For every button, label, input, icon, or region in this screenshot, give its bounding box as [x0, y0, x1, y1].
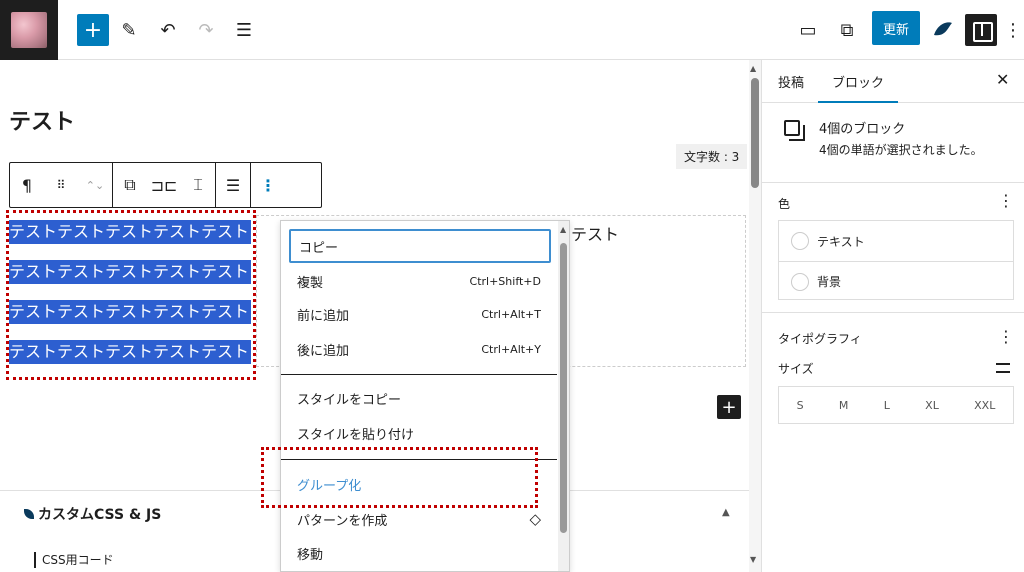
- paragraph-icon[interactable]: ¶: [10, 163, 44, 207]
- css-code-label: CSS用コード: [34, 552, 114, 568]
- swatch-icon: [791, 272, 809, 291]
- menu-item-insert-after[interactable]: 後に追加 Ctrl+Alt+Y: [289, 332, 551, 366]
- typography-panel: タイポグラフィ ⋮ サイズ S M L XL XXL: [762, 313, 1024, 443]
- post-title[interactable]: テスト: [9, 104, 75, 136]
- menu-item-copy-styles[interactable]: スタイルをコピー: [289, 381, 551, 415]
- undo-icon[interactable]: ↶: [152, 14, 184, 46]
- menu-divider: [281, 374, 557, 375]
- selection-title: 4個のブロック: [819, 122, 906, 137]
- group-annotation-box: [261, 447, 538, 508]
- editor-scrollbar[interactable]: ▲ ▼: [749, 60, 761, 572]
- block-card: 4個のブロック 4個の単語が選択されました。: [762, 103, 1024, 183]
- selection-description: 4個の単語が選択されました。: [819, 143, 983, 157]
- menu-scroll-up-icon[interactable]: ▲: [560, 225, 566, 234]
- move-up-down-icon[interactable]: ⌃⌄: [78, 163, 112, 207]
- plugin-leaf-icon[interactable]: [927, 14, 959, 46]
- row-icon[interactable]: ⊐⊏: [147, 163, 181, 207]
- top-toolbar: + ✎ ↶ ↷ ☰ ▭ ⧉ 更新 ⋮: [0, 0, 1024, 60]
- tab-block[interactable]: ブロック: [818, 72, 899, 103]
- collapse-caret-icon[interactable]: ▲: [722, 507, 730, 518]
- sidebar-tabs: 投稿 ブロック ✕: [762, 60, 1024, 103]
- align-icon[interactable]: ☰: [216, 163, 250, 207]
- preview-icon[interactable]: ▭: [792, 14, 824, 46]
- swatch-icon: [791, 232, 809, 250]
- typography-heading: タイポグラフィ: [778, 332, 862, 346]
- menu-scrollbar[interactable]: ▲: [558, 221, 569, 571]
- scroll-down-icon[interactable]: ▼: [750, 555, 756, 564]
- block-options-menu: コピー 複製 Ctrl+Shift+D 前に追加 Ctrl+Alt+T 後に追加 Ct…: [280, 220, 570, 572]
- color-options-box: テキスト 背景: [778, 220, 1014, 300]
- settings-sidebar-toggle[interactable]: [965, 14, 997, 46]
- leaf-icon: [24, 509, 34, 519]
- size-option-xl[interactable]: XL: [925, 399, 939, 412]
- color-options-icon[interactable]: ⋮: [998, 191, 1014, 210]
- word-count-badge: 文字数 : 3: [676, 144, 748, 169]
- add-block-button[interactable]: +: [77, 14, 109, 46]
- menu-item-duplicate[interactable]: 複製 Ctrl+Shift+D: [289, 264, 551, 298]
- menu-item-copy[interactable]: コピー: [289, 229, 551, 263]
- list-view-icon[interactable]: ☰: [228, 14, 260, 46]
- menu-item-move[interactable]: 移動: [289, 536, 551, 570]
- menu-scrollbar-thumb[interactable]: [560, 243, 567, 533]
- font-size-picker: S M L XL XXL: [778, 386, 1014, 424]
- redo-icon[interactable]: ↷: [190, 14, 222, 46]
- menu-item-insert-before[interactable]: 前に追加 Ctrl+Alt+T: [289, 297, 551, 331]
- color-heading: 色: [778, 197, 791, 211]
- size-option-xxl[interactable]: XXL: [974, 399, 995, 412]
- size-option-s[interactable]: S: [797, 399, 804, 412]
- tab-post[interactable]: 投稿: [778, 72, 804, 91]
- scrollbar-thumb[interactable]: [751, 78, 759, 188]
- site-icon-image: [11, 12, 47, 48]
- menu-item-paste-styles[interactable]: スタイルを貼り付け: [289, 416, 551, 450]
- size-option-l[interactable]: L: [884, 399, 890, 412]
- meta-panel-title[interactable]: カスタムCSS & JS: [24, 504, 161, 524]
- more-options-icon[interactable]: ⋮: [251, 163, 285, 207]
- drag-handle-icon[interactable]: ⠿: [44, 163, 78, 207]
- color-panel: 色 ⋮ テキスト 背景: [762, 183, 1024, 313]
- scroll-up-icon[interactable]: ▲: [750, 64, 756, 73]
- custom-size-icon[interactable]: [996, 363, 1010, 373]
- pencil-icon[interactable]: ✎: [113, 14, 145, 46]
- size-label: サイズ: [778, 362, 814, 376]
- options-menu-icon[interactable]: ⋮: [1003, 14, 1023, 46]
- update-button[interactable]: 更新: [872, 11, 920, 45]
- external-link-icon[interactable]: ⧉: [831, 14, 863, 46]
- close-icon[interactable]: ✕: [996, 70, 1009, 89]
- settings-sidebar: 投稿 ブロック ✕ 4個のブロック 4個の単語が選択されました。 色 ⋮ テキス…: [762, 60, 1024, 572]
- typography-options-icon[interactable]: ⋮: [998, 327, 1014, 346]
- size-option-m[interactable]: M: [839, 399, 849, 412]
- selection-annotation-box: [6, 210, 256, 380]
- site-logo[interactable]: [0, 0, 58, 60]
- paragraph-text[interactable]: テスト: [571, 221, 619, 245]
- block-toolbar: ¶ ⠿ ⌃⌄ ⧉ ⊐⊏ ⌶ ☰ ⋮: [9, 162, 322, 208]
- group-icon[interactable]: ⧉: [113, 163, 147, 207]
- multiple-blocks-icon: [784, 120, 805, 141]
- color-option-background[interactable]: 背景: [779, 261, 1013, 301]
- color-option-text[interactable]: テキスト: [779, 221, 1013, 261]
- inline-add-block-button[interactable]: +: [717, 395, 741, 419]
- pattern-diamond-icon: ◇: [529, 510, 541, 528]
- stack-icon[interactable]: ⌶: [181, 163, 215, 207]
